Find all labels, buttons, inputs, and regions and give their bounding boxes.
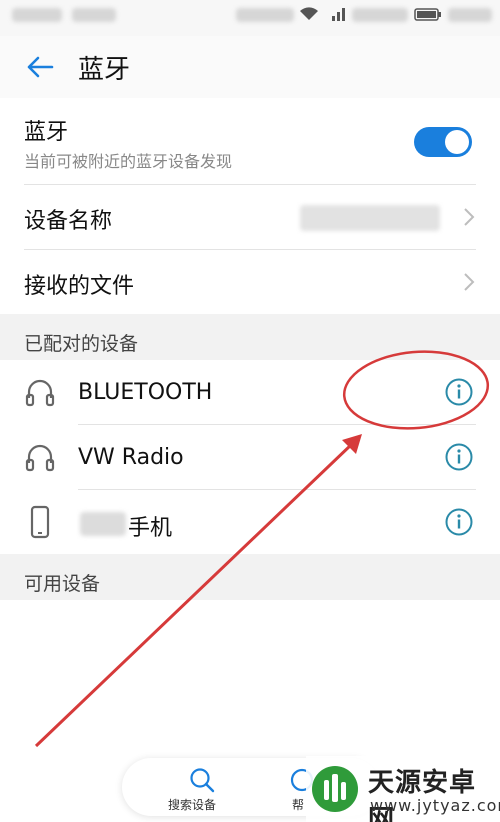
paired-device-name: BLUETOOTH <box>78 380 213 405</box>
status-speed-blurred <box>236 8 294 22</box>
received-files-label: 接收的文件 <box>24 274 135 299</box>
received-files-row[interactable]: 接收的文件 <box>0 250 500 314</box>
battery-icon <box>414 6 442 26</box>
paired-device-name: VW Radio <box>78 445 184 470</box>
status-carrier-blurred <box>352 8 408 22</box>
phone-icon <box>30 505 50 539</box>
signal-icon <box>330 6 348 26</box>
watermark-url: www.jytyaz.com <box>370 796 500 815</box>
bluetooth-title: 蓝牙 <box>24 120 69 145</box>
toggle-knob <box>445 130 469 154</box>
headphones-icon <box>25 379 55 407</box>
status-bar <box>0 0 500 36</box>
paired-device-row[interactable]: VW Radio <box>0 425 500 489</box>
search-icon <box>190 768 215 793</box>
bluetooth-toggle-row[interactable]: 蓝牙 当前可被附近的蓝牙设备发现 <box>0 100 500 184</box>
back-button[interactable] <box>20 47 60 87</box>
search-devices-button[interactable]: 搜索设备 <box>168 764 238 812</box>
info-icon[interactable] <box>444 377 474 407</box>
search-devices-label: 搜索设备 <box>168 798 217 812</box>
chevron-right-icon <box>464 273 475 291</box>
page-title: 蓝牙 <box>78 54 131 85</box>
paired-device-row[interactable]: 手机 <box>0 490 500 554</box>
available-devices-section-header: 可用设备 <box>0 554 500 600</box>
available-devices-section-label: 可用设备 <box>24 573 101 595</box>
paired-device-name: 手机 <box>128 516 173 541</box>
device-name-label: 设备名称 <box>24 209 113 234</box>
paired-devices-section-header: 已配对的设备 <box>0 314 500 360</box>
status-notifications-blurred <box>72 8 116 22</box>
headphones-icon <box>25 444 55 472</box>
watermark: 天源安卓网 www.jytyaz.com <box>306 756 500 822</box>
status-clock-blurred <box>448 8 492 22</box>
bluetooth-toggle[interactable] <box>414 127 472 157</box>
device-name-row[interactable]: 设备名称 <box>0 185 500 249</box>
chevron-right-icon <box>464 208 475 226</box>
watermark-logo-icon <box>312 766 358 812</box>
status-time-blurred <box>12 8 62 22</box>
paired-device-row[interactable]: BLUETOOTH <box>0 360 500 424</box>
paired-devices-section-label: 已配对的设备 <box>24 333 139 355</box>
bluetooth-subtitle: 当前可被附近的蓝牙设备发现 <box>24 152 233 171</box>
app-bar: 蓝牙 <box>0 36 500 98</box>
device-name-value-blurred <box>300 205 440 231</box>
help-label: 帮 <box>292 798 305 812</box>
info-icon[interactable] <box>444 442 474 472</box>
wifi-icon <box>298 6 320 26</box>
back-arrow-icon <box>27 56 54 78</box>
info-icon[interactable] <box>444 507 474 537</box>
device-name-blurred <box>80 512 126 536</box>
